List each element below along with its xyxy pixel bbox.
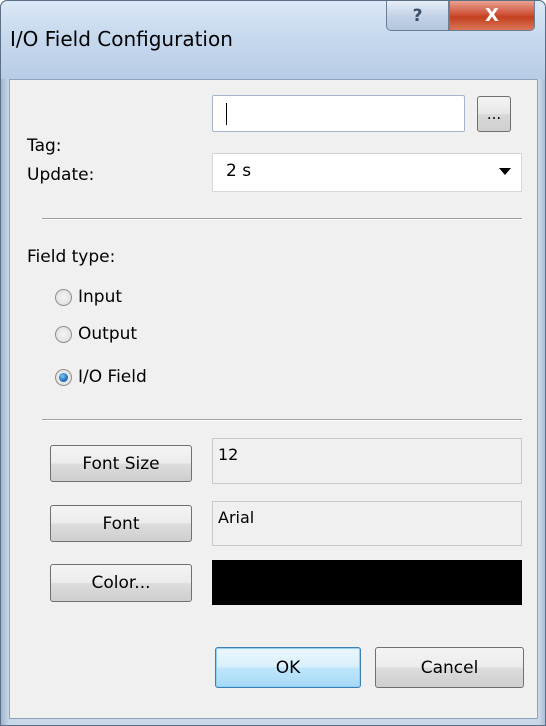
radio-button-icon[interactable] <box>55 288 72 306</box>
separator-bottom <box>42 419 522 421</box>
radio-io-field[interactable]: I/O Field <box>55 367 147 387</box>
field-type-label: Field type: <box>27 247 116 267</box>
ok-button[interactable]: OK <box>215 647 361 688</box>
font-button[interactable]: Font <box>50 505 192 542</box>
font-size-button[interactable]: Font Size <box>50 445 192 482</box>
browse-tag-button[interactable]: ... <box>477 96 511 132</box>
dialog-content: Tag: ... Update: 2 s Field type: Input O… <box>9 79 538 719</box>
font-size-value: 12 <box>212 438 522 484</box>
color-swatch <box>212 560 522 605</box>
radio-input-label: Input <box>78 287 123 307</box>
radio-button-icon[interactable] <box>55 325 72 343</box>
font-value: Arial <box>212 501 522 546</box>
tag-input[interactable] <box>212 95 465 132</box>
close-button[interactable]: X <box>449 1 535 31</box>
text-caret <box>226 103 227 125</box>
separator-top <box>42 218 522 220</box>
tag-label: Tag: <box>27 136 62 156</box>
radio-io-field-label: I/O Field <box>78 367 147 387</box>
update-selected-value: 2 s <box>226 161 252 181</box>
dialog-window: I/O Field Configuration ? X Tag: ... Upd… <box>0 0 546 726</box>
radio-output[interactable]: Output <box>55 324 137 344</box>
dialog-title: I/O Field Configuration <box>10 27 233 51</box>
chevron-down-icon <box>499 168 511 175</box>
help-icon: ? <box>412 5 423 26</box>
update-label: Update: <box>27 165 95 185</box>
title-bar[interactable]: I/O Field Configuration ? X <box>1 1 545 79</box>
cancel-button[interactable]: Cancel <box>375 647 524 688</box>
radio-input[interactable]: Input <box>55 287 122 307</box>
radio-button-selected-icon[interactable] <box>55 368 72 386</box>
update-select[interactable]: 2 s <box>212 153 522 192</box>
help-button[interactable]: ? <box>386 1 449 31</box>
color-button[interactable]: Color... <box>50 564 192 602</box>
close-icon: X <box>485 5 499 26</box>
radio-output-label: Output <box>78 324 138 344</box>
